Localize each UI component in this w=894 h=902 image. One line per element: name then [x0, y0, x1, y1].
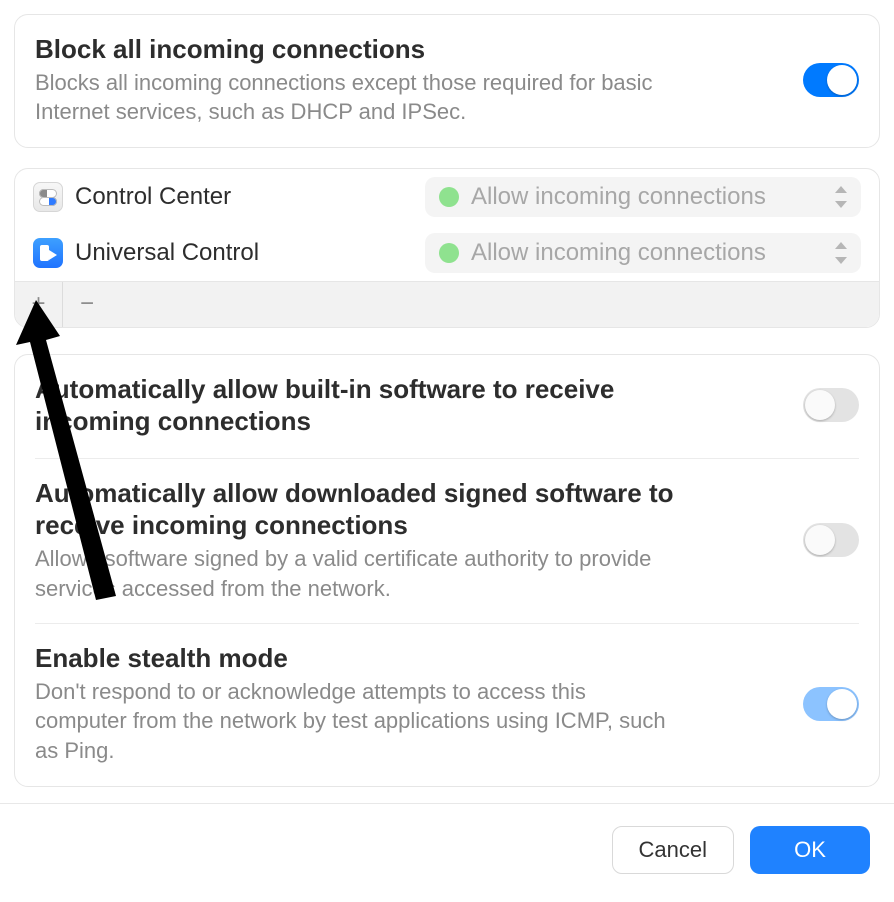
app-name: Control Center	[75, 183, 231, 211]
app-list-footer: + −	[15, 281, 879, 327]
block-all-toggle[interactable]	[803, 63, 859, 97]
block-all-desc: Blocks all incoming connections except t…	[35, 68, 675, 127]
app-policy-popup[interactable]: Allow incoming connections	[425, 233, 861, 273]
app-name: Universal Control	[75, 239, 259, 267]
status-dot-allow	[439, 187, 459, 207]
option-stealth-toggle[interactable]	[803, 687, 859, 721]
option-stealth-desc: Don't respond to or acknowledge attempts…	[35, 677, 675, 766]
action-bar: Cancel OK	[0, 803, 894, 902]
option-signed-toggle[interactable]	[803, 523, 859, 557]
cancel-button[interactable]: Cancel	[612, 826, 734, 874]
options-card: Automatically allow built-in software to…	[14, 354, 880, 787]
block-all-title: Block all incoming connections	[35, 33, 783, 66]
control-center-icon	[33, 182, 63, 212]
app-policy-label: Allow incoming connections	[471, 239, 821, 267]
chevrons-icon	[833, 242, 849, 264]
option-builtin-toggle[interactable]	[803, 388, 859, 422]
option-stealth-title: Enable stealth mode	[35, 642, 783, 675]
chevrons-icon	[833, 186, 849, 208]
app-list-card: Control Center Allow incoming connection…	[14, 168, 880, 328]
universal-control-icon	[33, 238, 63, 268]
app-row-universal-control[interactable]: Universal Control Allow incoming connect…	[15, 225, 879, 281]
option-builtin-title: Automatically allow built-in software to…	[35, 373, 715, 438]
option-signed-desc: Allows software signed by a valid certif…	[35, 544, 675, 603]
status-dot-allow	[439, 243, 459, 263]
app-policy-label: Allow incoming connections	[471, 183, 821, 211]
ok-button[interactable]: OK	[750, 826, 870, 874]
app-policy-popup[interactable]: Allow incoming connections	[425, 177, 861, 217]
block-all-card: Block all incoming connections Blocks al…	[14, 14, 880, 148]
app-row-control-center[interactable]: Control Center Allow incoming connection…	[15, 169, 879, 225]
option-signed-title: Automatically allow downloaded signed so…	[35, 477, 735, 542]
add-app-button[interactable]: +	[15, 282, 63, 327]
remove-app-button[interactable]: −	[63, 282, 111, 327]
